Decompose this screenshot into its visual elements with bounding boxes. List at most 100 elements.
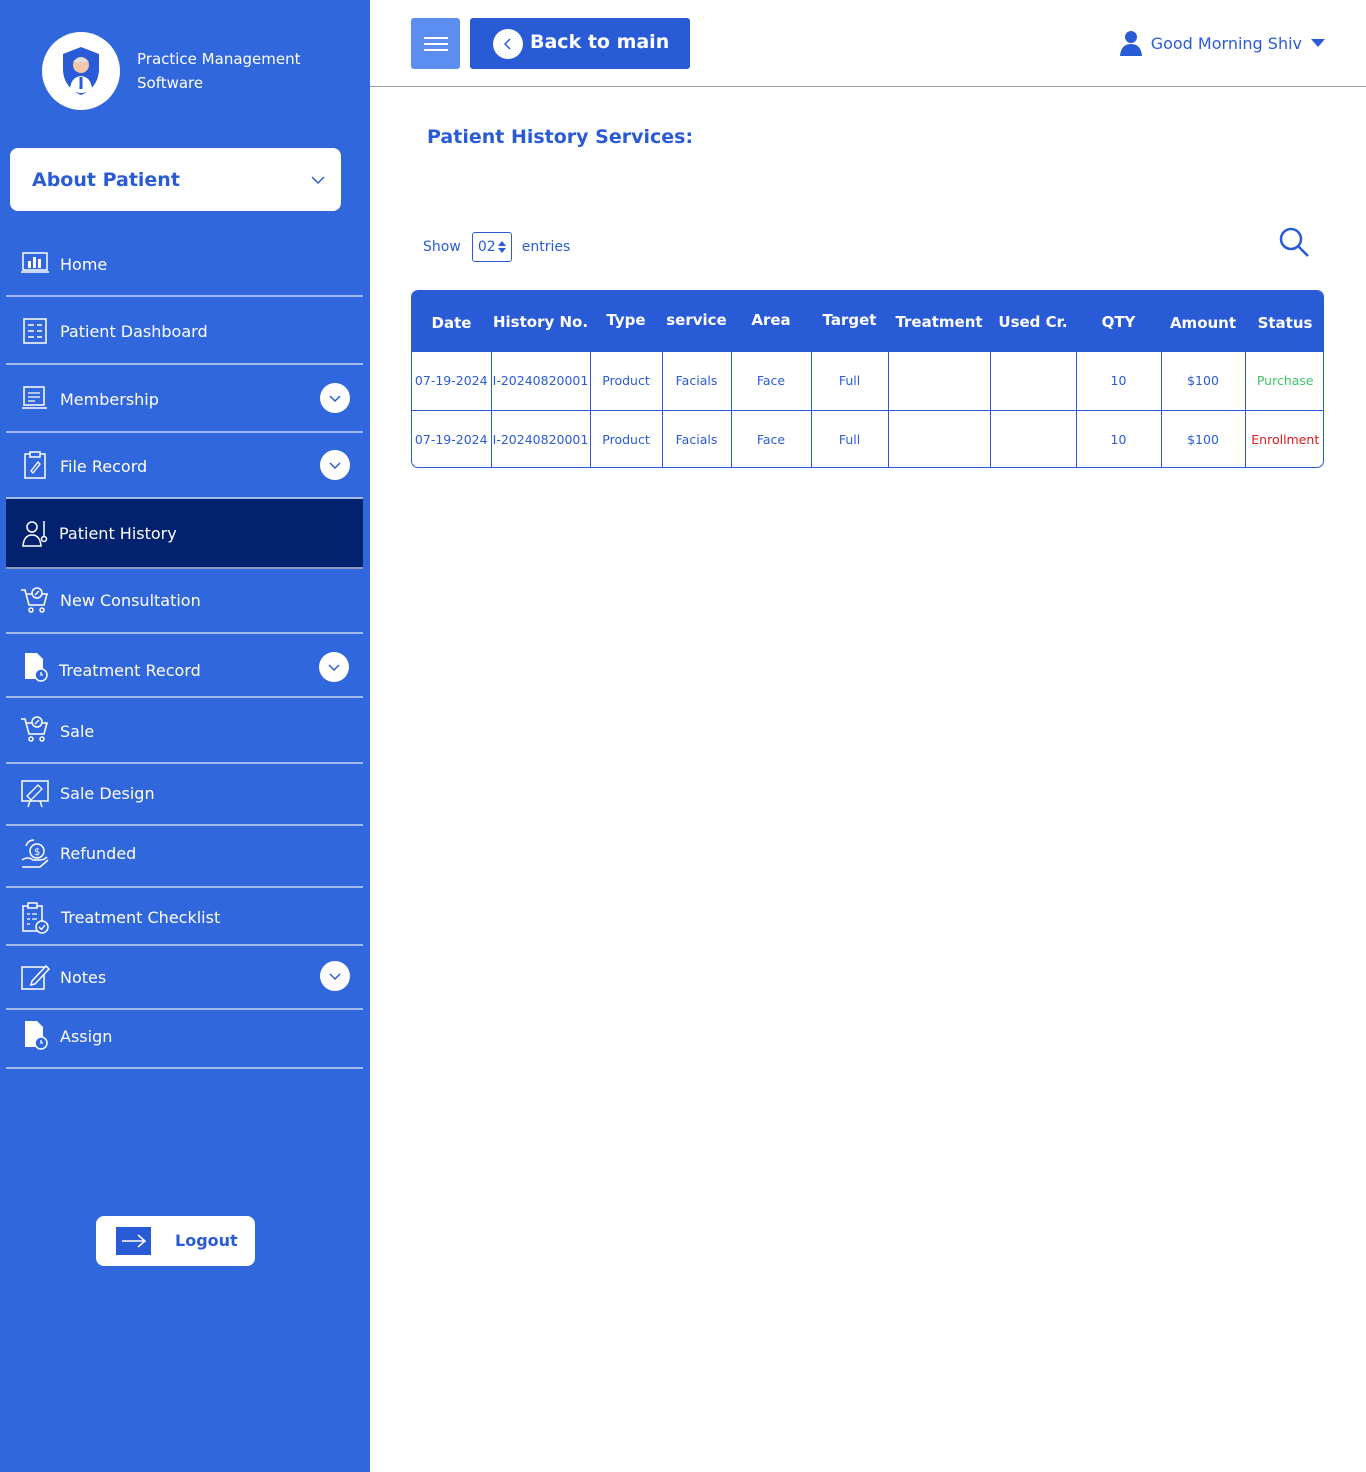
- cell-history-no: I-20240820001: [491, 409, 591, 467]
- chevron-down-icon[interactable]: [320, 450, 350, 480]
- sidebar-item-home[interactable]: Home: [6, 230, 363, 297]
- sidebar-item-label: Refunded: [60, 844, 137, 863]
- sort-arrows-icon: [497, 241, 506, 253]
- cell-area: Face: [731, 409, 812, 467]
- sidebar-item-file-record[interactable]: File Record: [6, 433, 363, 499]
- cell-area: Face: [731, 350, 812, 410]
- chart-icon: [20, 248, 50, 278]
- column-header: QTY: [1101, 312, 1136, 331]
- about-patient-label: About Patient: [32, 168, 180, 191]
- column-header: Date: [431, 313, 472, 332]
- clipboard-icon: [20, 450, 50, 480]
- cell-used-cr: [990, 350, 1077, 410]
- doctor-logo-icon: [42, 32, 120, 110]
- membership-icon: [20, 383, 50, 413]
- table-header-row: Date History No. Type service Area Targe…: [412, 291, 1323, 351]
- column-header: Amount: [1169, 313, 1237, 332]
- menu-toggle-button[interactable]: [411, 18, 460, 69]
- sidebar-item-label: Patient History: [59, 524, 177, 543]
- column-header: Treatment: [895, 312, 983, 331]
- sidebar-item-notes[interactable]: Notes: [6, 946, 363, 1010]
- page-title: Patient History Services:: [427, 126, 694, 148]
- chevron-down-icon[interactable]: [320, 961, 350, 991]
- chevron-down-icon[interactable]: [319, 652, 349, 682]
- search-icon[interactable]: [1278, 226, 1310, 258]
- user-icon: [1119, 31, 1142, 56]
- cell-treatment: [888, 350, 991, 410]
- column-header: Type: [606, 310, 646, 329]
- sidebar-item-label: Home: [60, 255, 108, 274]
- cell-date: 07-19-2024: [412, 350, 492, 410]
- cell-qty: 10: [1076, 350, 1162, 410]
- svg-text:$: $: [34, 847, 40, 858]
- chevron-down-icon: [311, 176, 325, 185]
- column-header: Used Cr.: [998, 312, 1068, 331]
- about-patient-dropdown[interactable]: About Patient: [10, 148, 341, 211]
- sidebar-item-sale-design[interactable]: Sale Design: [6, 764, 363, 826]
- cell-treatment: [888, 409, 991, 467]
- caret-down-icon: [1311, 39, 1325, 47]
- cell-amount: $100: [1161, 350, 1246, 410]
- sidebar-item-label: Notes: [60, 968, 107, 987]
- sidebar-item-new-consultation[interactable]: New Consultation: [6, 569, 363, 634]
- design-board-icon: [20, 779, 50, 809]
- status-badge: Purchase: [1245, 350, 1323, 410]
- sidebar-item-label: Treatment Checklist: [61, 908, 221, 927]
- table-row[interactable]: 07-19-2024 I-20240820001 Product Facials…: [412, 350, 1323, 410]
- sidebar-item-label: Treatment Record: [59, 661, 201, 680]
- sidebar-item-label: Assign: [60, 1027, 113, 1046]
- cell-service: Facials: [662, 350, 732, 410]
- sidebar-item-sale[interactable]: Sale: [6, 698, 363, 764]
- cell-type: Product: [590, 350, 663, 410]
- back-to-main-label: Back to main: [530, 31, 670, 53]
- sidebar: Practice Management Software About Patie…: [0, 0, 370, 1472]
- document-clock-icon: [20, 1020, 50, 1050]
- dashboard-icon: [20, 316, 50, 346]
- brand: Practice Management Software: [42, 32, 337, 110]
- sidebar-item-label: Sale Design: [60, 784, 155, 803]
- logout-label: Logout: [175, 1231, 238, 1250]
- cell-qty: 10: [1076, 409, 1162, 467]
- back-to-main-button[interactable]: Back to main: [470, 18, 690, 69]
- column-header: service: [666, 310, 727, 329]
- entries-control: Show 02 entries: [423, 232, 570, 262]
- cell-type: Product: [590, 409, 663, 467]
- checklist-icon: [20, 902, 50, 934]
- sidebar-item-membership[interactable]: Membership: [6, 365, 363, 433]
- chevron-left-icon: [493, 29, 523, 59]
- status-badge: Enrollment: [1245, 409, 1323, 467]
- cart-icon: [20, 585, 50, 615]
- cell-target: Full: [811, 350, 889, 410]
- edit-icon: [20, 962, 50, 992]
- column-header: History No.: [492, 312, 589, 331]
- document-clock-icon: [20, 652, 50, 682]
- sidebar-item-treatment-record[interactable]: Treatment Record: [6, 634, 363, 698]
- column-header: Target: [822, 310, 877, 329]
- refund-icon: $: [20, 839, 50, 869]
- cell-target: Full: [811, 409, 889, 467]
- entries-value: 02: [477, 239, 496, 255]
- sidebar-item-patient-history[interactable]: Patient History: [6, 499, 363, 569]
- sidebar-item-refunded[interactable]: $ Refunded: [6, 826, 363, 888]
- cart-icon: [20, 714, 50, 744]
- user-menu[interactable]: Good Morning Shiv: [1119, 30, 1326, 56]
- column-header: Status: [1257, 313, 1313, 332]
- sidebar-item-patient-dashboard[interactable]: Patient Dashboard: [6, 297, 363, 365]
- logout-button[interactable]: Logout: [96, 1216, 255, 1266]
- patient-icon: [20, 518, 50, 548]
- chevron-down-icon[interactable]: [320, 383, 350, 413]
- table-row[interactable]: 07-19-2024 I-20240820001 Product Facials…: [412, 409, 1323, 467]
- entries-select[interactable]: 02: [471, 232, 512, 262]
- cell-history-no: I-20240820001: [491, 350, 591, 410]
- sidebar-item-treatment-checklist[interactable]: Treatment Checklist: [6, 888, 363, 946]
- sidebar-item-label: File Record: [60, 457, 148, 476]
- greeting-text: Good Morning Shiv: [1150, 33, 1302, 53]
- brand-name: Practice Management Software: [137, 50, 301, 92]
- column-header: Area: [751, 310, 791, 329]
- cell-service: Facials: [662, 409, 732, 467]
- entries-label: entries: [521, 239, 571, 255]
- sidebar-item-assign[interactable]: Assign: [6, 1010, 363, 1069]
- sidebar-item-label: Membership: [60, 390, 159, 409]
- sidebar-item-label: Patient Dashboard: [60, 322, 208, 341]
- sidebar-item-label: New Consultation: [60, 591, 201, 610]
